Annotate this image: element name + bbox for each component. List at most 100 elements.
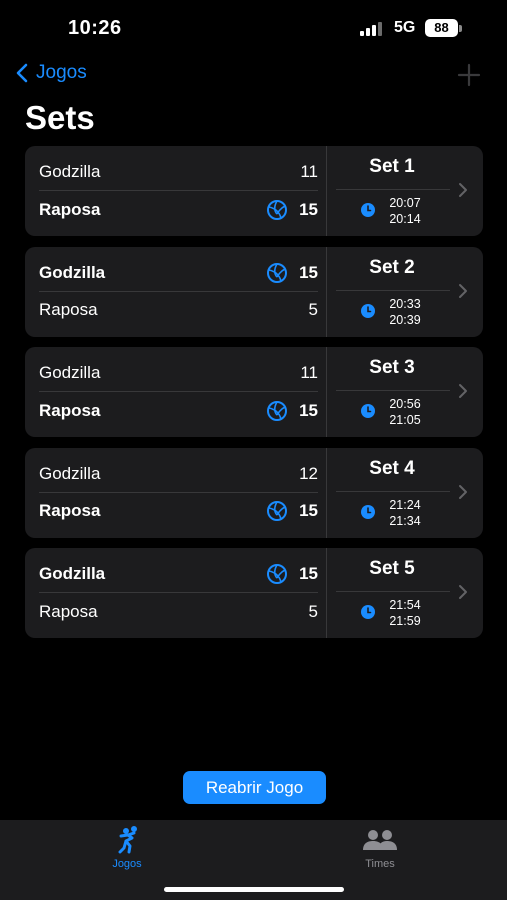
team-row: Raposa 5 bbox=[39, 292, 318, 329]
set-card-5[interactable]: Godzilla 15 Raposa 5 Set 5 21:54 21:59 bbox=[25, 548, 483, 638]
chevron-left-icon bbox=[16, 63, 28, 83]
back-button[interactable]: Jogos bbox=[16, 62, 87, 84]
team-row: Godzilla 15 bbox=[39, 556, 318, 593]
people-icon bbox=[363, 830, 397, 850]
page-title: Sets bbox=[25, 99, 95, 136]
team-name: Godzilla bbox=[39, 262, 106, 282]
signal-icon bbox=[360, 22, 384, 36]
navigation-bar: Jogos bbox=[0, 58, 507, 92]
set-card-4[interactable]: Godzilla 12 Raposa 15 Set 4 21:24 21:34 bbox=[25, 447, 483, 538]
team-row: Raposa 15 bbox=[39, 493, 318, 530]
divider bbox=[336, 289, 450, 291]
team-name: Godzilla bbox=[39, 463, 101, 483]
team-row: Godzilla 11 bbox=[39, 355, 318, 392]
team-row: Godzilla 12 bbox=[39, 456, 318, 493]
end-time: 20:14 bbox=[389, 212, 421, 226]
team-score: 15 bbox=[299, 199, 318, 219]
team-score: 15 bbox=[299, 262, 318, 282]
team-name: Raposa bbox=[39, 199, 101, 219]
end-time: 21:34 bbox=[389, 513, 421, 528]
vertical-divider bbox=[326, 347, 327, 437]
tab-teams-label: Times bbox=[365, 858, 395, 870]
volleyball-icon bbox=[266, 199, 288, 221]
volleyball-player-icon bbox=[118, 826, 137, 854]
clock-icon bbox=[361, 203, 375, 217]
team-row: Godzilla 15 bbox=[39, 255, 318, 292]
team-row: Godzilla 11 bbox=[39, 154, 318, 191]
set-card-1[interactable]: Godzilla 11 Raposa 15 Set 1 20:07 20:14 bbox=[25, 146, 483, 236]
team-name: Godzilla bbox=[39, 363, 101, 382]
volleyball-icon bbox=[266, 400, 288, 422]
vertical-divider bbox=[326, 146, 327, 236]
clock-icon bbox=[361, 404, 375, 418]
network-type: 5G bbox=[394, 19, 416, 36]
end-time: 20:39 bbox=[389, 312, 421, 327]
divider bbox=[336, 591, 450, 592]
tab-teams[interactable]: Times bbox=[340, 824, 420, 870]
chevron-right-icon bbox=[459, 585, 467, 599]
reopen-game-button[interactable]: Reabrir Jogo bbox=[183, 771, 326, 804]
team-score: 15 bbox=[299, 564, 318, 583]
start-time: 20:33 bbox=[389, 296, 421, 311]
team-score: 12 bbox=[299, 463, 318, 483]
team-name: Raposa bbox=[39, 601, 98, 621]
team-score: 5 bbox=[308, 601, 318, 621]
team-score: 15 bbox=[299, 400, 318, 420]
start-time: 20:56 bbox=[389, 397, 421, 411]
volleyball-icon bbox=[266, 262, 288, 284]
team-row: Raposa 5 bbox=[39, 593, 318, 630]
tab-games[interactable]: Jogos bbox=[87, 824, 167, 870]
clock-icon bbox=[361, 605, 375, 619]
team-score: 5 bbox=[308, 300, 318, 319]
team-name: Raposa bbox=[39, 400, 101, 420]
team-score: 11 bbox=[300, 162, 318, 181]
status-time: 10:26 bbox=[68, 17, 122, 39]
set-times: 20:33 20:39 bbox=[385, 296, 425, 328]
plus-icon[interactable] bbox=[456, 62, 482, 88]
set-times: 20:56 21:05 bbox=[385, 396, 425, 428]
divider bbox=[336, 490, 450, 492]
divider bbox=[336, 189, 450, 190]
battery-cap bbox=[459, 25, 462, 32]
end-time: 21:59 bbox=[389, 614, 421, 628]
set-times: 21:24 21:34 bbox=[385, 497, 425, 529]
sets-list: Godzilla 11 Raposa 15 Set 1 20:07 20:14 … bbox=[25, 146, 483, 649]
home-indicator bbox=[164, 887, 344, 892]
chevron-right-icon bbox=[459, 283, 467, 298]
set-title: Set 4 bbox=[369, 457, 415, 479]
set-card-2[interactable]: Godzilla 15 Raposa 5 Set 2 20:33 20:39 bbox=[25, 246, 483, 337]
volleyball-icon bbox=[266, 500, 288, 522]
team-row: Raposa 15 bbox=[39, 191, 318, 228]
team-score: 15 bbox=[299, 501, 318, 520]
clock-icon bbox=[361, 303, 375, 318]
team-name: Raposa bbox=[39, 300, 98, 319]
set-title: Set 1 bbox=[369, 156, 415, 177]
chevron-right-icon bbox=[459, 384, 467, 398]
start-time: 20:07 bbox=[389, 196, 421, 210]
end-time: 21:05 bbox=[389, 413, 421, 427]
clock-icon bbox=[361, 504, 375, 519]
vertical-divider bbox=[326, 246, 327, 337]
back-label: Jogos bbox=[36, 62, 87, 83]
tab-games-label: Jogos bbox=[112, 858, 142, 870]
divider bbox=[336, 390, 450, 391]
status-bar: 10:26 5G 88 bbox=[0, 0, 507, 56]
team-name: Raposa bbox=[39, 501, 101, 520]
set-card-3[interactable]: Godzilla 11 Raposa 15 Set 3 20:56 21:05 bbox=[25, 347, 483, 437]
start-time: 21:24 bbox=[389, 497, 421, 512]
team-score: 11 bbox=[300, 363, 318, 382]
vertical-divider bbox=[326, 548, 327, 638]
team-name: Godzilla bbox=[39, 162, 101, 181]
start-time: 21:54 bbox=[389, 598, 421, 612]
set-title: Set 2 bbox=[369, 256, 415, 278]
chevron-right-icon bbox=[459, 484, 467, 499]
set-title: Set 3 bbox=[369, 357, 415, 378]
team-row: Raposa 15 bbox=[39, 392, 318, 429]
chevron-right-icon bbox=[459, 183, 467, 197]
battery-icon: 88 bbox=[425, 19, 458, 37]
set-times: 21:54 21:59 bbox=[385, 597, 425, 629]
vertical-divider bbox=[326, 447, 327, 538]
set-times: 20:07 20:14 bbox=[385, 195, 425, 227]
set-title: Set 5 bbox=[369, 558, 415, 579]
volleyball-icon bbox=[266, 563, 288, 585]
